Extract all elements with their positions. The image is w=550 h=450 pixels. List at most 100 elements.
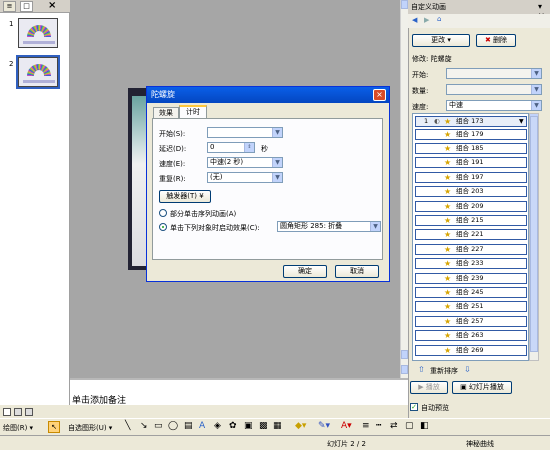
font-color-icon[interactable]: A▾ — [341, 421, 352, 431]
wordart-icon[interactable]: A — [199, 421, 205, 431]
diagram-icon[interactable]: ◈ — [214, 421, 221, 431]
rectangle-icon[interactable]: ▭ — [154, 421, 163, 431]
fill-color-icon[interactable]: ◆▾ — [295, 421, 306, 431]
list-item[interactable]: ★ 组合 215 — [415, 215, 527, 226]
vertical-scrollbar[interactable] — [400, 0, 408, 378]
normal-view-icon[interactable] — [3, 408, 11, 416]
radio-sequence-label[interactable]: 部分单击序列动画(A) — [170, 209, 236, 219]
line-style-icon[interactable]: ≡ — [362, 421, 370, 431]
list-item[interactable]: ★ 组合 221 — [415, 229, 527, 240]
repeat-select[interactable]: (无) ▼ — [207, 172, 283, 183]
change-button[interactable]: 更改 ▾ — [412, 34, 470, 47]
reorder-label: 重新排序 — [430, 367, 458, 375]
list-item[interactable]: ★ 组合 233 — [415, 258, 527, 269]
slides-tab-icon[interactable]: □ — [20, 1, 33, 12]
scroll-up-icon[interactable] — [401, 0, 408, 9]
speed-label: 速度(E): — [159, 160, 186, 168]
list-item[interactable]: ★ 组合 245 — [415, 287, 527, 298]
list-item[interactable]: ★ 组合 203 — [415, 186, 527, 197]
task-speed-value: 中速 — [449, 101, 463, 109]
arrow-icon[interactable]: ↘ — [140, 421, 148, 431]
list-item[interactable]: ★ 组合 209 — [415, 201, 527, 212]
play-button[interactable]: ▶ 播放 — [410, 381, 448, 394]
speed-select[interactable]: 中速(2 秒) ▼ — [207, 157, 283, 168]
autopreview-checkbox[interactable]: ✓ — [410, 403, 418, 411]
list-item[interactable]: ★ 组合 257 — [415, 316, 527, 327]
3d-icon[interactable]: ◧ — [420, 421, 429, 431]
list-item[interactable]: ★ 组合 191 — [415, 157, 527, 168]
animation-list[interactable]: 1 ◐ ★ 组合 173 ▼ ★ 组合 179 ★ 组合 185 ★ 组合 191 ★… — [412, 113, 529, 361]
line-color-icon[interactable]: ✎▾ — [318, 421, 330, 431]
select-pointer-icon[interactable]: ↖ — [48, 421, 60, 433]
close-pane-icon[interactable]: × — [48, 0, 56, 11]
slide-thumbnail-1[interactable] — [18, 18, 58, 48]
line-icon[interactable]: ╲ — [125, 421, 130, 431]
autoshapes-menu[interactable]: 自选图形(U) ▾ — [68, 423, 112, 433]
scroll-thumb[interactable] — [530, 116, 538, 352]
item-label: 组合 197 — [456, 173, 484, 181]
ok-button[interactable]: 确定 — [283, 265, 327, 278]
start-select[interactable]: ▼ — [207, 127, 283, 138]
slide-number: 1 — [9, 20, 14, 28]
radio-trigger-object[interactable] — [159, 223, 167, 231]
autopreview-label: 自动预览 — [421, 404, 449, 412]
slideshow-button[interactable]: ▣ 幻灯片播放 — [452, 381, 512, 394]
delay-stepper[interactable]: 0 ⇕ — [207, 142, 255, 153]
dash-style-icon[interactable]: ┅ — [376, 421, 381, 431]
tab-timing[interactable]: 计时 — [179, 105, 207, 119]
radio-trigger-label[interactable]: 单击下列对象时启动效果(C): — [170, 223, 260, 233]
amount-label: 数量: — [412, 87, 429, 95]
list-item[interactable]: ★ 组合 227 — [415, 244, 527, 255]
list-item[interactable]: ★ 组合 239 — [415, 273, 527, 284]
forward-icon[interactable]: ▶ — [424, 16, 429, 24]
list-item[interactable]: ★ 组合 185 — [415, 143, 527, 154]
item-label: 组合 239 — [456, 274, 484, 282]
insert-icon[interactable]: ▦ — [273, 421, 282, 431]
list-item[interactable]: ★ 组合 197 — [415, 172, 527, 183]
outline-tab-icon[interactable]: ≡ — [3, 1, 16, 12]
delete-button[interactable]: ✖ 删除 — [476, 34, 516, 47]
task-amount-select[interactable]: ▼ — [446, 84, 542, 95]
list-scrollbar[interactable] — [529, 113, 539, 361]
textbox-icon[interactable]: ▤ — [184, 421, 193, 431]
list-item[interactable]: ★ 组合 269 — [415, 345, 527, 356]
star-icon: ★ — [444, 130, 452, 139]
chevron-down-icon[interactable]: ▼ — [519, 117, 524, 126]
shadow-icon[interactable]: ▢ — [405, 421, 414, 431]
chevron-down-icon: ▼ — [531, 69, 541, 78]
trigger-button[interactable]: 触发器(T) ¥ — [159, 190, 211, 203]
sorter-view-icon[interactable] — [14, 408, 22, 416]
task-start-select[interactable]: ▼ — [446, 68, 542, 79]
task-speed-select[interactable]: 中速 ▼ — [446, 100, 542, 111]
list-item[interactable]: ★ 组合 251 — [415, 301, 527, 312]
back-icon[interactable]: ◀ — [412, 16, 417, 24]
oval-icon[interactable]: ◯ — [168, 421, 178, 431]
star-icon: ★ — [444, 173, 452, 182]
move-down-icon[interactable]: ⇩ — [464, 365, 471, 374]
image-icon[interactable]: ▩ — [259, 421, 268, 431]
drawing-toolbar: 绘图(R) ▾ ↖ 自选图形(U) ▾ ╲ ↘ ▭ ◯ ▤ A ◈ ✿ ▣ ▩ … — [0, 418, 550, 435]
list-item[interactable]: ★ 组合 179 — [415, 129, 527, 140]
picture-icon[interactable]: ▣ — [244, 421, 253, 431]
slide-thumbnail-2[interactable] — [16, 55, 60, 89]
star-icon: ★ — [444, 288, 452, 297]
cancel-button[interactable]: 取消 — [335, 265, 379, 278]
home-icon[interactable]: ⌂ — [437, 15, 441, 23]
draw-menu[interactable]: 绘图(R) ▾ — [3, 423, 33, 433]
next-slide-icon[interactable] — [401, 365, 408, 374]
trigger-object-select[interactable]: 圆角矩形 285: 折叠 ▼ — [277, 221, 381, 232]
start-label: 开始: — [412, 71, 429, 79]
chevron-down-icon: ▼ — [531, 85, 541, 94]
stepper-icon[interactable]: ⇕ — [244, 143, 254, 152]
list-item[interactable]: 1 ◐ ★ 组合 173 ▼ — [415, 116, 527, 127]
move-up-icon[interactable]: ⇧ — [418, 365, 425, 374]
start-label: 开始(S): — [159, 130, 186, 138]
prev-slide-icon[interactable] — [401, 350, 408, 359]
arrow-style-icon[interactable]: ⇄ — [390, 421, 398, 431]
list-item[interactable]: ★ 组合 263 — [415, 330, 527, 341]
close-icon[interactable]: × — [373, 89, 386, 101]
radio-sequence[interactable] — [159, 209, 167, 217]
slideshow-view-icon[interactable] — [25, 408, 33, 416]
item-label: 组合 185 — [456, 144, 484, 152]
clipart-icon[interactable]: ✿ — [229, 421, 237, 431]
